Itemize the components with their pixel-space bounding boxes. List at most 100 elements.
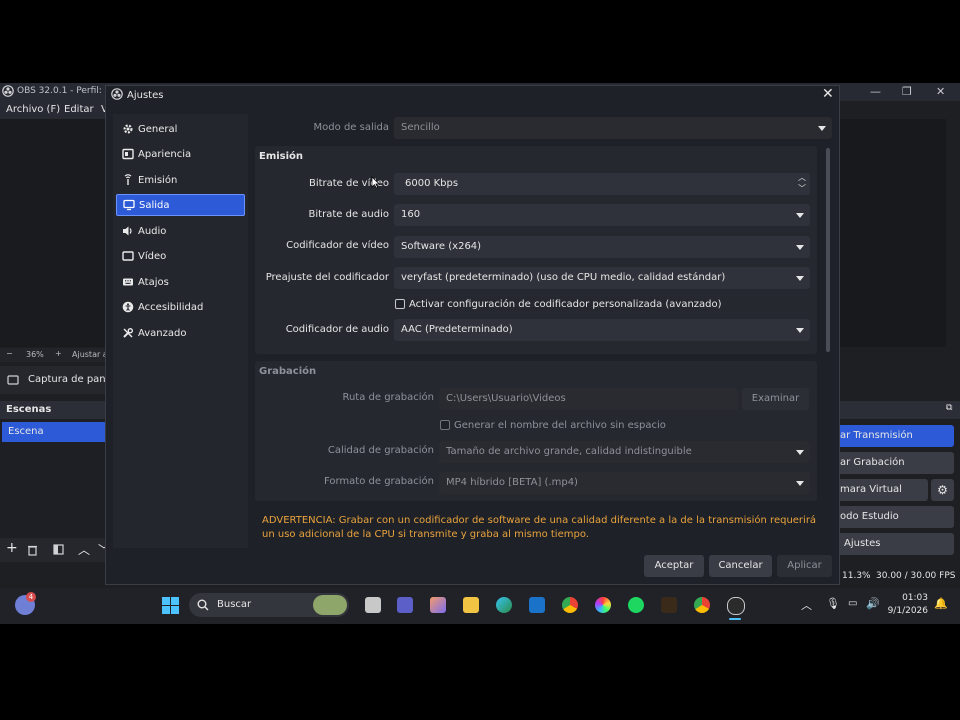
chevron-down-icon [796, 276, 804, 281]
clock-time[interactable]: 01:03 [892, 593, 928, 603]
file-explorer-icon[interactable] [463, 597, 479, 613]
no-space-checkbox[interactable] [440, 420, 450, 430]
recording-format-value: MP4 híbrido [BETA] (.mp4) [446, 477, 578, 488]
volume-icon[interactable]: 🔊 [866, 597, 880, 610]
spin-down-icon[interactable]: ﹀ [798, 184, 806, 194]
teams-icon[interactable] [397, 597, 413, 613]
chrome-icon[interactable] [562, 597, 578, 613]
start-recording-button[interactable]: ar Grabación [832, 452, 954, 474]
content-scrollbar[interactable] [826, 148, 830, 352]
source-name[interactable]: Captura de panta [28, 374, 116, 385]
recording-format-select[interactable]: MP4 híbrido [BETA] (.mp4) [439, 472, 810, 494]
search-placeholder: Buscar [217, 599, 252, 610]
recording-path-input[interactable]: C:\Users\Usuario\Videos [439, 388, 738, 410]
accessibility-icon [122, 301, 134, 313]
custom-encoder-label[interactable]: Activar configuración de codificador per… [409, 299, 722, 310]
sidebar-item-video[interactable]: Vídeo [116, 246, 245, 268]
obs-logo-icon [2, 85, 14, 97]
tray-overflow-icon[interactable]: ︿ [801, 597, 812, 613]
obs-logo-icon [111, 88, 123, 100]
antenna-icon [124, 174, 132, 185]
encoder-preset-label: Preajuste del codificador [265, 272, 389, 283]
audio-encoder-value: AAC (Predeterminado) [401, 324, 513, 335]
task-view-icon[interactable] [365, 597, 381, 613]
sidebar-item-stream[interactable]: Emisión [116, 170, 245, 192]
edge-icon[interactable] [496, 597, 512, 613]
chevron-down-icon [796, 328, 804, 333]
close-window-icon[interactable]: ✕ [936, 85, 945, 98]
filter-icon[interactable] [53, 544, 64, 555]
app-icon[interactable] [661, 597, 677, 613]
undock-icon[interactable]: ⧉ [946, 403, 952, 413]
audio-bitrate-value: 160 [401, 209, 421, 220]
video-encoder-select[interactable]: Software (x264) [394, 236, 810, 258]
spin-up-icon[interactable]: ︿ [798, 173, 806, 183]
settings-button[interactable]: Ajustes [832, 533, 954, 555]
video-bitrate-spinbox[interactable]: 6000 Kbps ︿ ﹀ [394, 173, 810, 195]
windows-start-icon[interactable] [162, 597, 179, 614]
scenes-header: Escenas [0, 401, 106, 419]
output-mode-select[interactable]: Sencillo [394, 117, 832, 139]
custom-encoder-checkbox[interactable] [395, 299, 405, 309]
close-icon[interactable]: ✕ [822, 86, 834, 102]
chrome-profile-icon[interactable] [694, 597, 710, 613]
restore-icon[interactable]: ❐ [902, 85, 912, 98]
color-app-icon[interactable] [595, 597, 611, 613]
encoder-preset-select[interactable]: veryfast (predeterminado) (uso de CPU me… [394, 267, 810, 289]
menu-file[interactable]: Archivo (F) [6, 104, 60, 115]
obs-taskbar-icon[interactable] [727, 597, 745, 615]
scene-item[interactable]: Escena [2, 422, 106, 442]
recording-quality-select[interactable]: Tamaño de archivo grande, calidad indist… [439, 441, 810, 463]
recording-format-label: Formato de grabación [323, 476, 434, 487]
search-icon [197, 599, 209, 611]
audio-encoder-select[interactable]: AAC (Predeterminado) [394, 319, 810, 341]
fit-label[interactable]: Ajustar a [72, 350, 108, 359]
sidebar-item-hotkeys[interactable]: Atajos [116, 272, 245, 294]
sidebar-item-output[interactable]: Salida [116, 194, 245, 216]
add-scene-icon[interactable]: + [6, 540, 18, 556]
virtual-camera-button[interactable]: mara Virtual [832, 479, 928, 501]
zoom-out-icon[interactable]: − [6, 349, 13, 358]
keyboard-icon [123, 278, 133, 286]
sidebar-item-accessibility[interactable]: Accesibilidad [116, 297, 245, 319]
move-up-icon[interactable]: ︿ [78, 541, 90, 558]
sidebar-item-audio[interactable]: Audio [116, 221, 245, 243]
zoom-in-icon[interactable]: + [55, 349, 62, 358]
trash-icon[interactable] [27, 544, 38, 556]
clock-date[interactable]: 9/1/2026 [884, 606, 928, 616]
mail-icon[interactable] [529, 597, 545, 613]
sidebar-label: General [138, 124, 178, 135]
gear-icon [123, 124, 133, 134]
no-space-label[interactable]: Generar el nombre del archivo sin espaci… [454, 420, 666, 431]
accept-button[interactable]: Aceptar [644, 555, 704, 577]
sidebar-item-general[interactable]: General [116, 119, 245, 141]
minimize-icon[interactable]: — [870, 85, 881, 98]
taskbar-search[interactable]: Buscar [189, 593, 349, 617]
encoder-preset-value: veryfast (predeterminado) (uso de CPU me… [401, 272, 726, 283]
menu-edit[interactable]: Editar [64, 104, 94, 115]
speaker-icon [123, 226, 132, 236]
obs-window-title: OBS 32.0.1 - Perfil: Sin [17, 86, 119, 96]
start-streaming-button[interactable]: ar Transmisión [832, 425, 954, 447]
zoom-bar: − 36% + Ajustar a [0, 348, 108, 362]
apply-button[interactable]: Aplicar [777, 555, 832, 577]
sidebar-item-advanced[interactable]: Avanzado [116, 323, 245, 345]
virtual-camera-settings-icon[interactable]: ⚙ [931, 479, 954, 501]
preview-area [0, 119, 106, 347]
video-bitrate-value: 6000 Kbps [405, 178, 459, 189]
copilot-icon[interactable] [430, 597, 446, 613]
browse-button[interactable]: Examinar [742, 388, 809, 410]
bell-icon[interactable]: 🔔 [934, 597, 948, 610]
active-app-indicator [729, 618, 741, 620]
network-icon[interactable]: ▭ [848, 598, 857, 609]
cancel-button[interactable]: Cancelar [709, 555, 772, 577]
audio-bitrate-select[interactable]: 160 [394, 204, 810, 226]
output-mode-value: Sencillo [401, 122, 440, 133]
microphone-icon[interactable]: 🎙 [826, 597, 840, 610]
spotify-icon[interactable] [628, 597, 644, 613]
studio-mode-button[interactable]: odo Estudio [832, 506, 954, 528]
sidebar-item-appearance[interactable]: Apariencia [116, 144, 245, 166]
screen-capture-icon [7, 375, 19, 385]
chevron-down-icon [818, 126, 826, 131]
recording-quality-value: Tamaño de archivo grande, calidad indist… [446, 446, 692, 457]
